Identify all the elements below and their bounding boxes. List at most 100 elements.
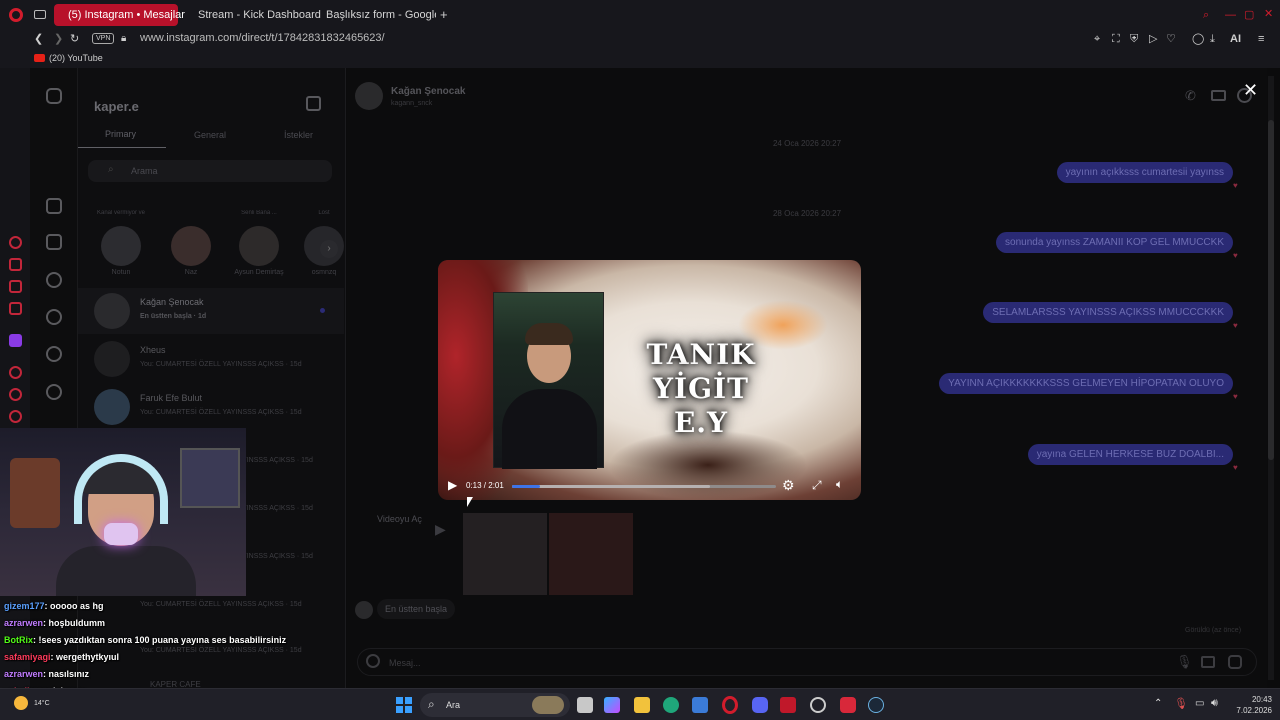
- video-progress-bar[interactable]: [512, 485, 776, 488]
- chat-username[interactable]: azrarwen: [4, 669, 43, 679]
- instagram-logo-icon[interactable]: [46, 88, 62, 104]
- message-bubble[interactable]: SELAMLARSSS YAYINSSS AÇIKSS MMUCCCKKK: [983, 302, 1233, 323]
- tab-requests[interactable]: İstekler: [284, 130, 313, 140]
- heart-icon[interactable]: ♡: [1166, 32, 1176, 46]
- mic-tray-icon[interactable]: 🎙︎: [1174, 697, 1188, 710]
- note-item[interactable]: Kanal vermiyor ve Notun: [96, 210, 146, 276]
- start-button-windows-icon[interactable]: [396, 697, 412, 713]
- volume-icon[interactable]: 🔈︎: [836, 477, 843, 492]
- conversation-row[interactable]: Kağan Şenocak En üstten başla · 1d: [78, 288, 344, 334]
- contact-avatar[interactable]: [355, 82, 383, 110]
- edge-icon[interactable]: [663, 697, 679, 713]
- volume-tray-icon[interactable]: 🔊︎: [1211, 697, 1218, 710]
- clock[interactable]: 20:43 7.02.2026: [1232, 694, 1272, 716]
- chat-username[interactable]: safamiyagi: [4, 652, 51, 662]
- conversation-row[interactable]: KAPER CAFE: [78, 672, 344, 689]
- message-input[interactable]: Mesaj... 🎙︎: [357, 648, 1257, 676]
- chat-username[interactable]: BotRix: [4, 635, 33, 645]
- scrollbar-thumb[interactable]: [1268, 120, 1274, 460]
- message-bubble[interactable]: YAYINN AÇIKKKKKKKSSS GELMEYEN HİPOPATAN …: [939, 373, 1233, 394]
- opera-taskbar-icon[interactable]: [722, 696, 738, 714]
- account-name[interactable]: kaper.e: [94, 99, 139, 114]
- video-player[interactable]: TANIK YİGİT E.Y ▶ 0:13 / 2:01 ⚙ ⤢ 🔈︎: [438, 260, 861, 500]
- settings-icon[interactable]: [9, 410, 22, 423]
- search-icon[interactable]: [46, 309, 62, 325]
- fullscreen-icon[interactable]: ⤢: [812, 478, 822, 493]
- steam-icon[interactable]: [868, 697, 884, 713]
- opera-logo-icon[interactable]: [9, 8, 23, 22]
- chat-username[interactable]: azrarwen: [4, 618, 43, 628]
- open-video-link[interactable]: Videoyu Aç: [377, 514, 422, 524]
- pin-icon[interactable]: ⌖: [1094, 32, 1100, 46]
- notifications-heart-icon[interactable]: [46, 384, 62, 400]
- shield-icon[interactable]: ⛨: [1130, 32, 1138, 46]
- discord-icon[interactable]: [752, 697, 768, 713]
- explore-icon[interactable]: [46, 346, 62, 362]
- network-icon[interactable]: ▭: [1195, 698, 1204, 709]
- message-bubble[interactable]: yayının açıkksss cumartesii yayınss: [1056, 162, 1233, 183]
- message-bubble[interactable]: sonunda yayınss ZAMANII KOP GEL MMUCCKK: [996, 232, 1233, 253]
- close-modal-button[interactable]: ✕: [1243, 80, 1258, 101]
- conversation-row[interactable]: Faruk Efe Bulut You: CUMARTESİ ÖZELL YAY…: [78, 384, 344, 430]
- microphone-icon[interactable]: 🎙︎: [1176, 654, 1193, 670]
- notes-next-button[interactable]: ›: [320, 240, 338, 258]
- note-item[interactable]: Senli Bana ... Aysun Demirtaş: [230, 210, 288, 276]
- play-icon[interactable]: ▷: [1149, 32, 1157, 46]
- download-icon[interactable]: ⤓: [1210, 32, 1215, 46]
- shared-video-thumbnail[interactable]: [463, 513, 547, 595]
- search-input[interactable]: ⌕ Arama: [88, 160, 332, 182]
- image-icon[interactable]: [1201, 656, 1215, 668]
- contact-name[interactable]: Kağan Şenocak: [391, 86, 465, 97]
- workspace-icon[interactable]: [9, 258, 22, 271]
- tab-primary[interactable]: Primary: [105, 129, 136, 139]
- shared-video-thumbnail[interactable]: [549, 513, 633, 595]
- reload-button[interactable]: ↻: [70, 32, 79, 46]
- messages-icon[interactable]: [46, 272, 62, 288]
- minimize-button[interactable]: —: [1225, 8, 1236, 22]
- tab-instagram[interactable]: (5) Instagram • Mesajlar: [54, 4, 185, 26]
- play-icon[interactable]: ▶: [435, 521, 446, 538]
- tab-general[interactable]: General: [194, 130, 226, 140]
- phone-call-icon[interactable]: ✆: [1185, 88, 1196, 104]
- back-button[interactable]: ❮: [34, 32, 43, 46]
- whatsapp-icon[interactable]: [9, 280, 22, 293]
- search-tabs-icon[interactable]: ⌕: [1203, 8, 1209, 22]
- store-icon[interactable]: [692, 697, 708, 713]
- tab-list-icon[interactable]: [34, 10, 46, 19]
- new-message-icon[interactable]: [306, 96, 321, 111]
- conversation-row[interactable]: You: CUMARTESİ ÖZELL YAYINSSS AÇIKSS · 1…: [78, 624, 344, 670]
- wave-link-icon[interactable]: [780, 697, 796, 713]
- note-item[interactable]: Naz: [166, 210, 216, 276]
- conversation-row[interactable]: Xheus You: CUMARTESİ ÖZELL YAYINSSS AÇIK…: [78, 336, 344, 382]
- youtube-bookmark[interactable]: (20) YouTube: [34, 53, 103, 63]
- settings-gear-icon[interactable]: ⚙: [782, 477, 795, 494]
- chat-username[interactable]: gizem177: [4, 601, 45, 611]
- lock-icon[interactable]: 🔒︎: [121, 32, 126, 46]
- file-explorer-icon[interactable]: [634, 697, 650, 713]
- new-tab-button[interactable]: +: [440, 8, 448, 22]
- screenshot-icon[interactable]: ⛶: [1112, 32, 1120, 46]
- taskbar-search[interactable]: ⌕ Ara: [420, 693, 570, 717]
- messenger-icon[interactable]: [9, 236, 22, 249]
- twitch-icon[interactable]: [9, 334, 22, 347]
- forward-button[interactable]: ❯: [54, 32, 63, 46]
- maximize-button[interactable]: ▢: [1244, 8, 1254, 22]
- vpn-badge[interactable]: VPN: [92, 33, 115, 44]
- music-icon[interactable]: [9, 302, 22, 315]
- video-call-icon[interactable]: [1211, 90, 1226, 101]
- url-field[interactable]: www.instagram.com/direct/t/1784283183246…: [140, 32, 385, 44]
- emoji-icon[interactable]: [366, 654, 380, 668]
- history-icon[interactable]: [9, 388, 22, 401]
- received-message-bubble[interactable]: En üstten başla: [377, 599, 456, 619]
- tab-google-form[interactable]: Başlıksız form - Google Fo: [312, 4, 436, 26]
- obs-icon[interactable]: [840, 697, 856, 713]
- app-icon[interactable]: [810, 697, 826, 713]
- tray-overflow-icon[interactable]: ⌃: [1154, 698, 1162, 709]
- home-icon[interactable]: [46, 198, 62, 214]
- weather-widget[interactable]: 14°C: [14, 693, 74, 717]
- menu-icon[interactable]: ≡: [1258, 32, 1264, 46]
- message-bubble[interactable]: yayına GELEN HERKESE BUZ DOALBI...: [1027, 444, 1233, 465]
- sticker-icon[interactable]: [1228, 655, 1242, 669]
- profile-icon[interactable]: ◯: [1192, 32, 1204, 46]
- task-view-icon[interactable]: [577, 697, 593, 713]
